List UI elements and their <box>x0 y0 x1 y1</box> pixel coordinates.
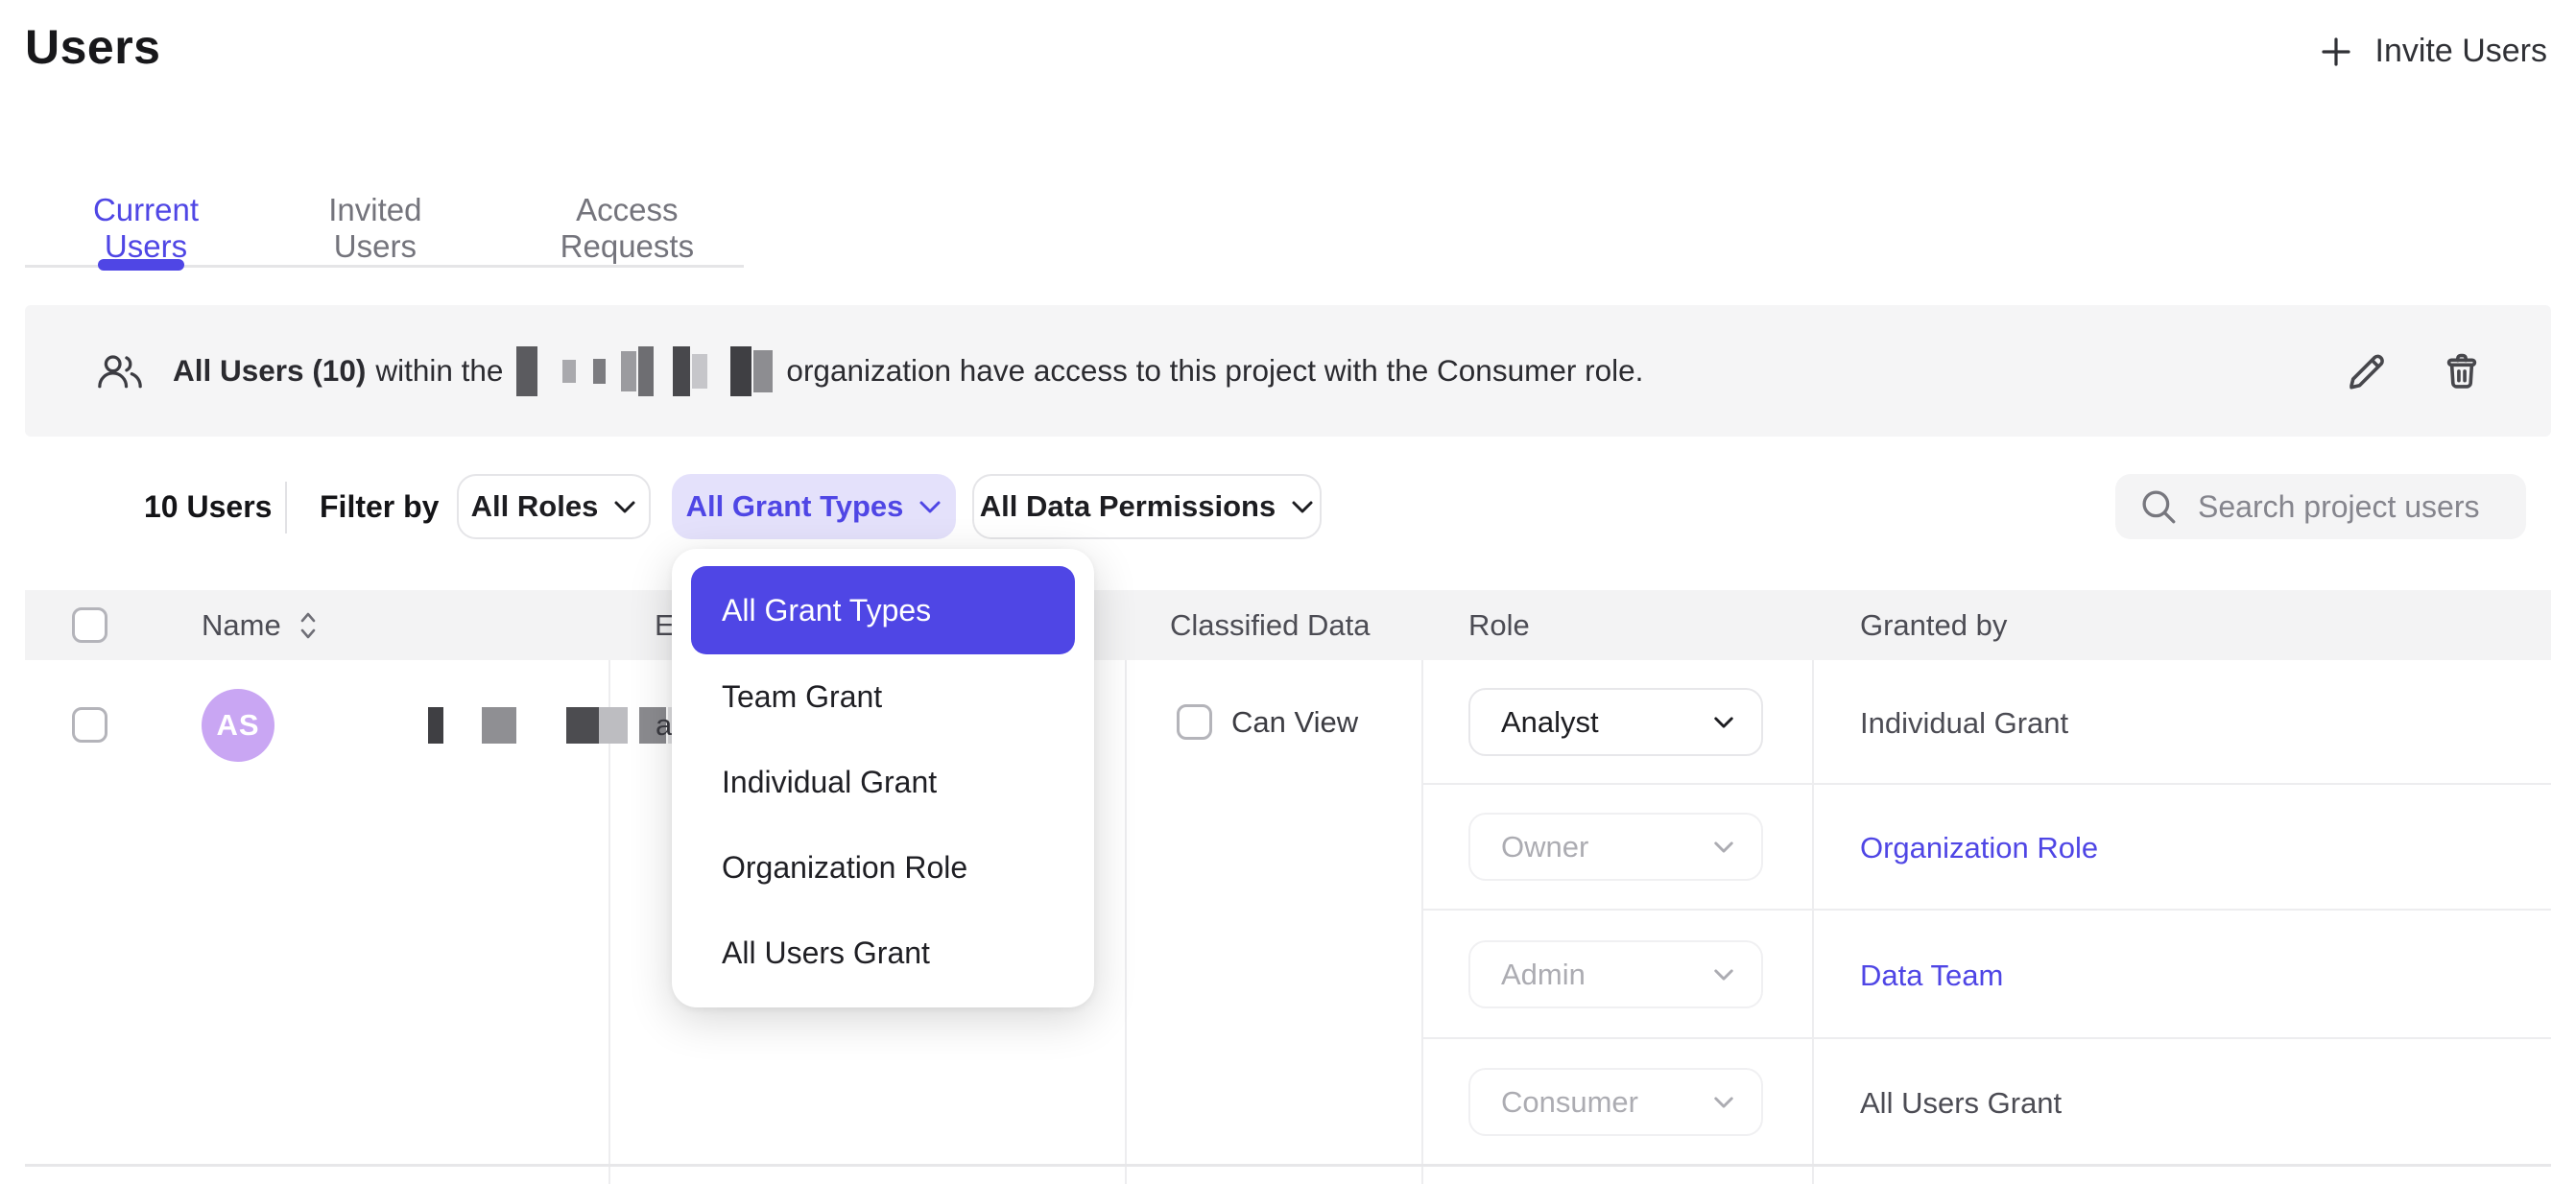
roles-filter-button[interactable]: All Roles <box>457 474 651 539</box>
toolbar-divider <box>285 482 287 533</box>
pencil-icon <box>2344 349 2388 393</box>
trash-icon <box>2440 349 2484 393</box>
data-permissions-filter-button[interactable]: All Data Permissions <box>972 474 1322 539</box>
chevron-down-icon <box>1713 968 1734 982</box>
grant-row-divider <box>1423 783 2551 785</box>
edit-button[interactable] <box>2338 343 2394 399</box>
user-email: a <box>656 708 672 743</box>
chevron-down-icon <box>613 500 636 514</box>
banner-actions <box>2338 343 2490 399</box>
grant-types-filter-label: All Grant Types <box>686 489 904 524</box>
role-select-analyst[interactable]: Analyst <box>1468 688 1763 756</box>
chevron-down-icon <box>1291 500 1314 514</box>
tab-bar: Current Users Invited Users Access Reque… <box>25 180 744 268</box>
select-all-checkbox[interactable] <box>72 607 107 643</box>
grant-types-dropdown-menu: All Grant Types Team Grant Individual Gr… <box>672 549 1094 1007</box>
column-header-classified-data: Classified Data <box>1170 608 1370 643</box>
column-divider <box>1812 660 1814 1184</box>
column-divider <box>1125 660 1127 1184</box>
column-divider <box>1421 660 1423 1184</box>
avatar: AS <box>202 689 274 762</box>
grant-row-divider <box>1423 1037 2551 1039</box>
classified-data-cell: Can View <box>1177 704 1358 740</box>
table-body: AS a Can View Analyst Owner <box>0 660 2576 1184</box>
column-header-granted-by: Granted by <box>1860 608 2007 643</box>
page-title: Users <box>25 19 161 75</box>
can-view-checkbox[interactable] <box>1177 704 1212 740</box>
search-icon <box>2138 486 2179 527</box>
role-select-consumer[interactable]: Consumer <box>1468 1068 1763 1136</box>
banner-after-org: organization have access to this project… <box>786 353 1643 389</box>
chevron-down-icon <box>918 500 942 514</box>
role-select-owner[interactable]: Owner <box>1468 813 1763 881</box>
granted-by-individual-grant: Individual Grant <box>1860 706 2068 741</box>
chevron-down-icon <box>1713 841 1734 854</box>
plus-icon <box>2318 34 2354 70</box>
search-box <box>2115 474 2526 539</box>
data-permissions-filter-label: All Data Permissions <box>980 489 1276 524</box>
search-input[interactable] <box>2198 489 2503 525</box>
chevron-down-icon <box>1713 1096 1734 1109</box>
row-checkbox[interactable] <box>72 707 107 743</box>
redacted-org-name <box>516 346 773 396</box>
delete-button[interactable] <box>2434 343 2490 399</box>
menu-item-organization-role[interactable]: Organization Role <box>691 825 1075 911</box>
banner-text: All Users (10) within the organization h… <box>173 346 1643 396</box>
table-header: Name Email Classified Data Role Granted … <box>25 590 2551 660</box>
granted-by-all-users-grant: All Users Grant <box>1860 1086 2062 1121</box>
menu-item-all-users-grant[interactable]: All Users Grant <box>691 911 1075 996</box>
chevron-down-icon <box>1713 716 1734 729</box>
can-view-label: Can View <box>1231 705 1358 740</box>
tab-invited-users[interactable]: Invited Users <box>287 180 464 265</box>
column-header-name: Name <box>202 608 318 643</box>
filter-by-label: Filter by <box>320 489 439 525</box>
grant-types-filter-button[interactable]: All Grant Types <box>672 474 956 539</box>
column-header-role: Role <box>1468 608 1530 643</box>
role-select-admin[interactable]: Admin <box>1468 940 1763 1008</box>
menu-item-individual-grant[interactable]: Individual Grant <box>691 740 1075 825</box>
sort-name-button[interactable] <box>298 610 318 641</box>
users-icon <box>96 352 144 391</box>
invite-users-label: Invite Users <box>2375 33 2548 70</box>
all-users-banner: All Users (10) within the organization h… <box>25 305 2551 437</box>
filter-toolbar: 10 Users Filter by All Roles All Grant T… <box>0 474 2576 545</box>
tab-access-requests[interactable]: Access Requests <box>511 180 744 265</box>
granted-by-data-team-link[interactable]: Data Team <box>1860 959 2003 993</box>
active-tab-indicator <box>98 259 184 271</box>
menu-item-all-grant-types[interactable]: All Grant Types <box>691 566 1075 654</box>
granted-by-organization-role-link[interactable]: Organization Role <box>1860 831 2098 865</box>
users-page: Users Invite Users Current Users Invited… <box>0 0 2576 1184</box>
menu-item-team-grant[interactable]: Team Grant <box>691 654 1075 740</box>
invite-users-button[interactable]: Invite Users <box>2318 33 2548 70</box>
grant-row-divider <box>1423 909 2551 911</box>
row-divider <box>25 1164 2551 1167</box>
sort-icon <box>298 610 318 641</box>
roles-filter-label: All Roles <box>471 489 599 524</box>
tab-current-users[interactable]: Current Users <box>52 180 240 265</box>
banner-bold-text: All Users (10) <box>173 353 366 389</box>
user-count: 10 Users <box>144 489 272 525</box>
banner-before-org: within the <box>375 353 503 389</box>
